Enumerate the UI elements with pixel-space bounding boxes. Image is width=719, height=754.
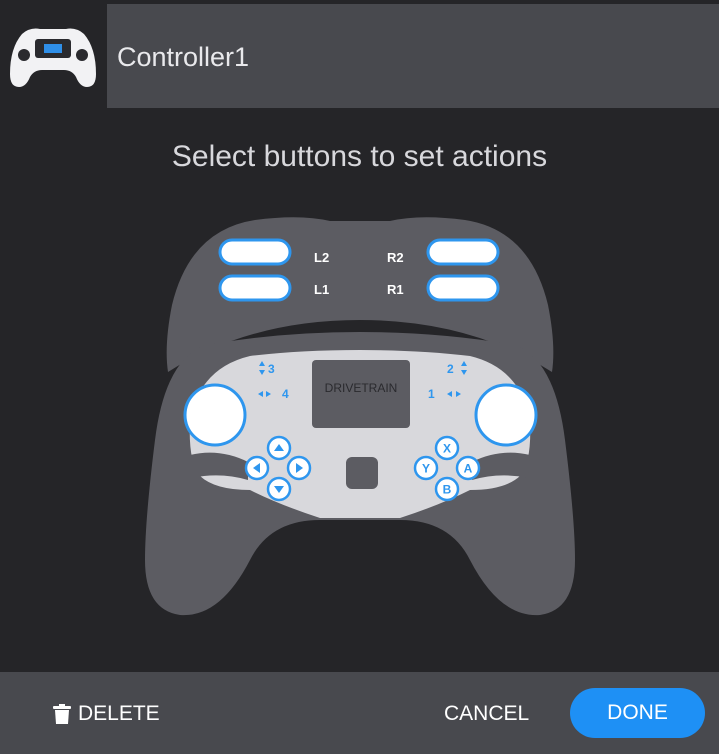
y-button-label: Y — [422, 462, 430, 476]
r2-label: R2 — [387, 250, 404, 265]
right-joystick[interactable] — [474, 383, 538, 447]
r1-label: R1 — [387, 282, 404, 297]
screen-label: DRIVETRAIN — [325, 381, 398, 395]
a-button-label: A — [464, 462, 473, 476]
trash-icon — [53, 704, 71, 724]
left-joystick[interactable] — [183, 383, 247, 447]
x-button-label: X — [443, 442, 451, 456]
axis-2-label: 2 — [447, 362, 454, 376]
l2-button[interactable] — [218, 238, 292, 266]
done-button[interactable]: DONE — [570, 688, 705, 738]
center-button — [346, 457, 378, 489]
l1-label: L1 — [314, 282, 329, 297]
axis-3-label: 3 — [268, 362, 275, 376]
axis-4-label: 4 — [282, 387, 289, 401]
cancel-button[interactable]: CANCEL — [444, 700, 529, 728]
delete-button[interactable]: DELETE — [52, 700, 160, 728]
controller-diagram: L2 R2 L1 R1 DRIVETRAIN 3 4 2 1 X Y A B — [145, 217, 575, 616]
r1-button[interactable] — [426, 274, 500, 302]
b-button-label: B — [443, 483, 452, 497]
l2-label: L2 — [314, 250, 329, 265]
delete-label: DELETE — [78, 702, 160, 725]
axis-1-label: 1 — [428, 387, 435, 401]
l1-button[interactable] — [218, 274, 292, 302]
r2-button[interactable] — [426, 238, 500, 266]
